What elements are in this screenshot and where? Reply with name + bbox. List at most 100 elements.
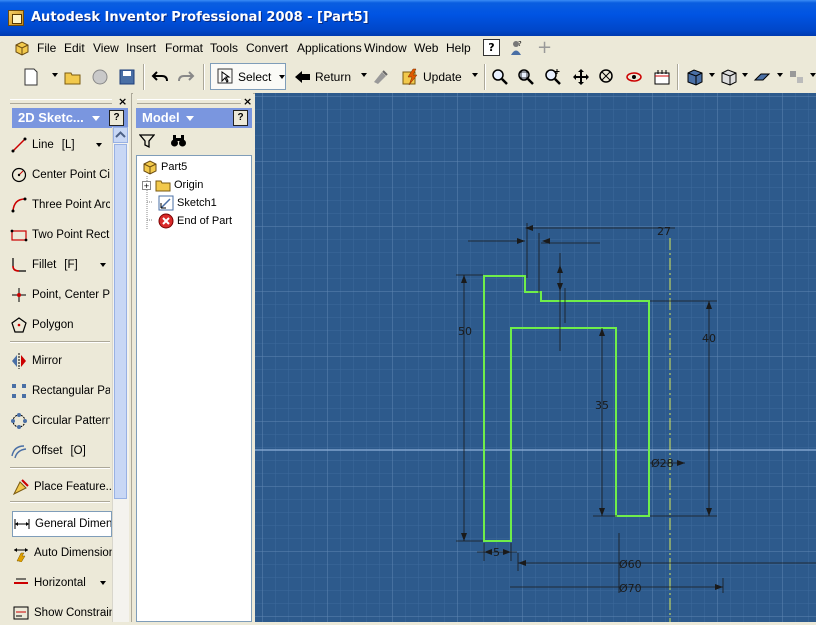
- shaded-display-icon[interactable]: [686, 68, 704, 86]
- pan-icon[interactable]: [572, 68, 590, 86]
- menu-window[interactable]: Window: [364, 41, 407, 55]
- projects-icon[interactable]: [91, 68, 109, 86]
- fillet-dropdown-icon[interactable]: [100, 263, 106, 267]
- sketch-panel-caret-icon[interactable]: [92, 116, 100, 121]
- dimension-diameter-70[interactable]: Ø70: [619, 582, 642, 595]
- dimension-40[interactable]: 40: [702, 332, 716, 345]
- dimension-27[interactable]: 27: [657, 225, 671, 238]
- menu-view[interactable]: View: [93, 41, 119, 55]
- expand-plus-icon[interactable]: +: [142, 180, 151, 190]
- tree-label: Sketch1: [177, 197, 217, 209]
- add-plus-icon[interactable]: +: [537, 37, 552, 58]
- tool-general-dimension[interactable]: General Dimensi: [12, 511, 112, 537]
- menu-help[interactable]: Help: [446, 41, 471, 55]
- inventor-app-icon[interactable]: [8, 10, 24, 26]
- sketch-panel-scrollbar[interactable]: [112, 127, 129, 622]
- menu-format[interactable]: Format: [165, 41, 203, 55]
- zoom-all-icon[interactable]: [491, 68, 509, 86]
- find-binoculars-icon[interactable]: [170, 133, 187, 149]
- camera-view-icon[interactable]: [720, 68, 738, 86]
- tool-auto-dimension[interactable]: Auto Dimension: [12, 541, 112, 565]
- dimension-diameter-60[interactable]: Ø60: [619, 558, 642, 571]
- panel-grip[interactable]: [10, 99, 112, 104]
- menu-convert[interactable]: Convert: [246, 41, 288, 55]
- return-dropdown-icon[interactable]: [361, 73, 367, 77]
- rotate-icon[interactable]: [625, 68, 643, 86]
- tool-line[interactable]: Line [L]: [10, 133, 110, 157]
- sketch-canvas[interactable]: 27 50 40 35 Ø28 5 Ø60 Ø70: [255, 93, 816, 622]
- tool-horizontal-constraint[interactable]: Horizontal: [12, 571, 112, 595]
- save-icon[interactable]: [118, 68, 136, 86]
- ground-shadow-icon[interactable]: [753, 68, 771, 86]
- tool-shortcut: [F]: [64, 259, 78, 271]
- tool-rectangular-pattern[interactable]: Rectangular Pat: [10, 379, 110, 403]
- update-button[interactable]: Update: [402, 66, 462, 88]
- horizontal-dropdown-icon[interactable]: [100, 581, 106, 585]
- new-file-icon[interactable]: [22, 68, 40, 86]
- tool-center-point-circle[interactable]: Center Point Ci: [10, 163, 110, 187]
- dimension-5[interactable]: 5: [493, 546, 500, 559]
- sketch-update-icon[interactable]: [372, 68, 390, 86]
- new-dropdown-icon[interactable]: [52, 73, 58, 77]
- select-dropdown[interactable]: Select: [210, 63, 286, 90]
- scroll-thumb[interactable]: [114, 144, 127, 499]
- tool-three-point-arc[interactable]: Three Point Arc: [10, 193, 110, 217]
- help-whats-this-icon[interactable]: ?: [483, 39, 500, 56]
- tool-two-point-rectangle[interactable]: Two Point Rect: [10, 223, 110, 247]
- redo-icon[interactable]: [177, 68, 195, 86]
- update-dropdown-icon[interactable]: [472, 73, 478, 77]
- tree-item-origin[interactable]: + Origin: [142, 176, 203, 194]
- tree-item-end-of-part[interactable]: End of Part: [158, 212, 232, 230]
- panel-grip[interactable]: [137, 99, 241, 104]
- sketch-panel-help-icon[interactable]: ?: [109, 110, 124, 126]
- model-panel-help-icon[interactable]: ?: [233, 110, 248, 126]
- tool-shortcut: [O]: [70, 445, 86, 457]
- model-panel-close-icon[interactable]: ×: [243, 95, 252, 108]
- part-document-icon[interactable]: [14, 40, 30, 56]
- undo-icon[interactable]: [151, 68, 169, 86]
- tool-polygon[interactable]: Polygon: [10, 313, 110, 337]
- look-at-icon[interactable]: [653, 68, 671, 86]
- tool-label: General Dimensi: [35, 518, 112, 530]
- model-panel-header[interactable]: Model ?: [136, 108, 252, 128]
- dimension-diameter-28[interactable]: Ø28: [651, 457, 674, 470]
- menu-edit[interactable]: Edit: [64, 41, 85, 55]
- menu-file[interactable]: File: [37, 41, 56, 55]
- scroll-up-button[interactable]: [113, 127, 128, 143]
- shadow-dropdown-icon[interactable]: [777, 73, 783, 77]
- return-button[interactable]: Return: [294, 66, 351, 88]
- dimension-50[interactable]: 50: [458, 325, 472, 338]
- tool-show-constraints[interactable]: Show Constraint: [12, 601, 112, 625]
- tool-offset[interactable]: Offset [O]: [10, 439, 110, 463]
- tool-fillet[interactable]: Fillet [F]: [10, 253, 110, 277]
- camera-dropdown-icon[interactable]: [742, 73, 748, 77]
- section-dropdown-icon[interactable]: [810, 73, 816, 77]
- display-dropdown-icon[interactable]: [709, 73, 715, 77]
- sketch-panel-close-icon[interactable]: ×: [118, 95, 127, 108]
- menu-tools[interactable]: Tools: [210, 41, 238, 55]
- filter-icon[interactable]: [139, 133, 155, 149]
- menu-web[interactable]: Web: [414, 41, 438, 55]
- tool-place-feature[interactable]: Place Feature...: [12, 475, 112, 499]
- select-dropdown-arrow-icon[interactable]: [279, 75, 285, 79]
- zoom-icon[interactable]: [544, 68, 562, 86]
- help-topics-icon[interactable]: ?: [508, 39, 524, 56]
- menu-applications[interactable]: Applications: [297, 41, 362, 55]
- tool-mirror[interactable]: Mirror: [10, 349, 110, 373]
- menu-insert[interactable]: Insert: [126, 41, 156, 55]
- zoom-selected-icon[interactable]: [598, 68, 616, 86]
- sketch-panel-header[interactable]: 2D Sketc... ?: [12, 108, 128, 128]
- line-dropdown-icon[interactable]: [96, 143, 102, 147]
- model-panel-caret-icon[interactable]: [186, 116, 194, 121]
- tree-item-sketch1[interactable]: Sketch1: [158, 194, 217, 212]
- open-folder-icon[interactable]: [64, 68, 82, 86]
- arc-icon: [11, 197, 27, 213]
- tool-circular-pattern[interactable]: Circular Pattern: [10, 409, 110, 433]
- section-view-icon[interactable]: [788, 68, 806, 86]
- tool-point-center-point[interactable]: Point, Center Po: [10, 283, 110, 307]
- tool-label: Three Point Arc: [32, 199, 110, 211]
- zoom-window-icon[interactable]: [517, 68, 535, 86]
- tree-item-part5[interactable]: Part5: [142, 158, 187, 176]
- dimension-35[interactable]: 35: [595, 399, 609, 412]
- sketch-graphics[interactable]: 27 50 40 35 Ø28 5 Ø60 Ø70: [255, 93, 816, 622]
